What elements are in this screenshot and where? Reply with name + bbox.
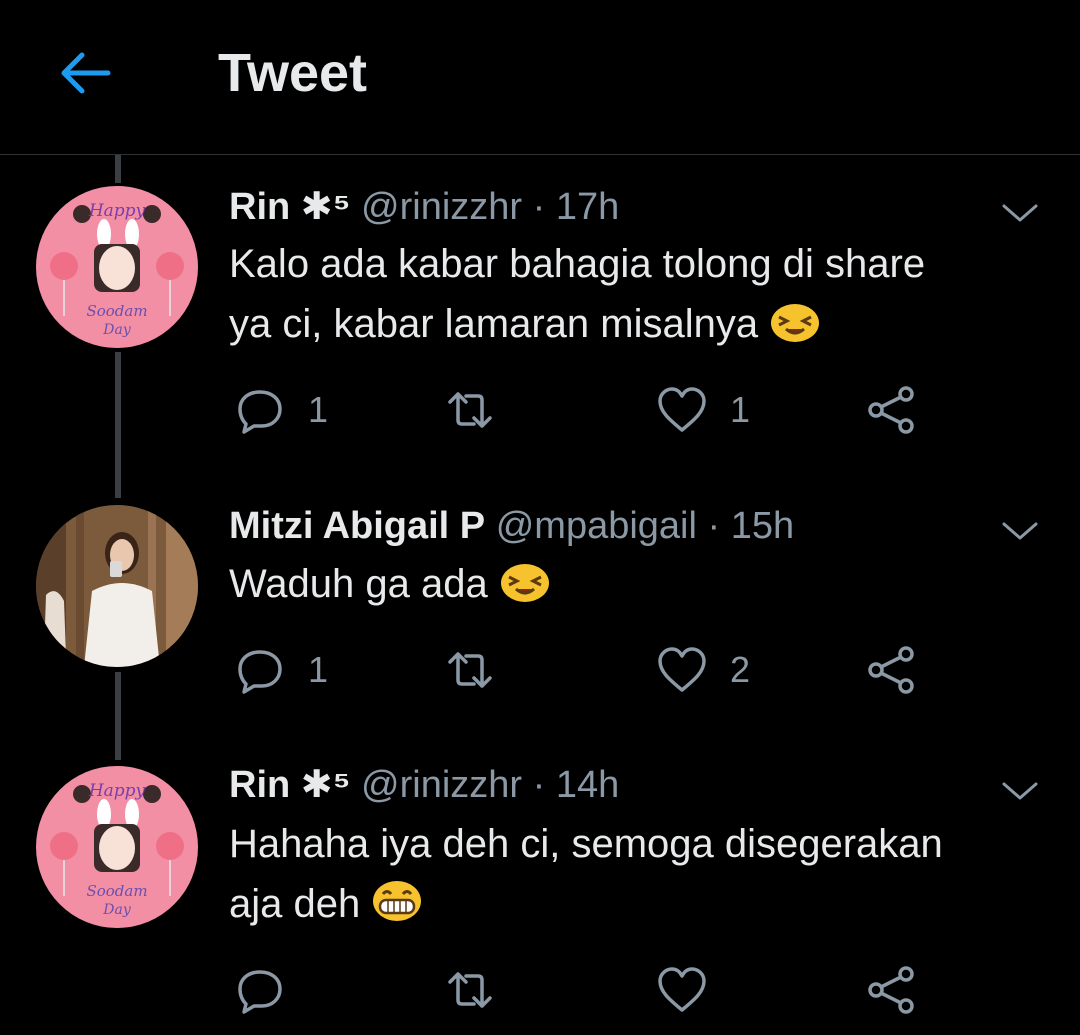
svg-text:Happy: Happy: [88, 201, 146, 221]
share-button[interactable]: [866, 960, 918, 1020]
tweet-actions: 1 1: [0, 380, 1080, 440]
tweet[interactable]: Happy Soodam Day Rin ✱⁵ @rinizzhr · 14h …: [0, 760, 1080, 1035]
like-count: 2: [730, 649, 751, 690]
timestamp[interactable]: 14h: [556, 764, 619, 806]
retweet-icon: [448, 652, 492, 688]
share-button[interactable]: [866, 640, 918, 700]
share-icon: [868, 386, 914, 434]
share-button[interactable]: [866, 380, 918, 440]
timestamp[interactable]: 17h: [556, 186, 619, 228]
squinting-face-emoji-icon: [500, 564, 549, 602]
like-button[interactable]: 2: [656, 640, 750, 700]
username[interactable]: @rinizzhr: [361, 764, 522, 806]
tweet-actions: [0, 960, 1080, 1020]
reply-icon: [238, 970, 282, 1014]
tweet-header: Rin ✱⁵ @rinizzhr · 17h: [229, 184, 619, 230]
tweet-text: Hahaha iya deh ci, semoga disegerakan aj…: [229, 822, 943, 926]
like-button[interactable]: [656, 960, 708, 1020]
squinting-face-emoji-icon: [771, 304, 820, 342]
tweet-header: Mitzi Abigail P @mpabigail · 15h: [229, 503, 794, 549]
separator: ·: [532, 186, 546, 228]
thread-line: [115, 155, 121, 183]
reply-button[interactable]: 1: [234, 380, 328, 440]
display-name[interactable]: Rin ✱⁵: [229, 764, 350, 806]
page-title: Tweet: [218, 43, 368, 103]
avatar[interactable]: Happy Soodam Day: [36, 766, 198, 928]
svg-text:Day: Day: [102, 902, 132, 918]
arrow-left-icon: [61, 52, 111, 94]
chevron-down-icon[interactable]: [998, 198, 1042, 226]
retweet-icon: [448, 392, 492, 428]
heart-icon: [658, 967, 706, 1012]
tweet-header: Rin ✱⁵ @rinizzhr · 14h: [229, 762, 619, 808]
heart-icon: [658, 387, 706, 432]
separator: ·: [532, 764, 546, 806]
tweet-text: Waduh ga ada: [229, 554, 1049, 614]
chevron-down-icon[interactable]: [998, 776, 1042, 804]
share-icon: [868, 966, 914, 1014]
username[interactable]: @rinizzhr: [361, 186, 522, 228]
share-icon: [868, 646, 914, 694]
reply-icon: [238, 650, 282, 694]
retweet-icon: [448, 972, 492, 1008]
display-name[interactable]: Rin ✱⁵: [229, 186, 350, 228]
reply-count: 1: [308, 389, 329, 430]
username[interactable]: @mpabigail: [496, 505, 697, 547]
retweet-button[interactable]: [444, 960, 496, 1020]
reply-button[interactable]: [234, 960, 308, 1020]
grinning-face-emoji-icon: [373, 881, 422, 921]
display-name[interactable]: Mitzi Abigail P: [229, 505, 485, 547]
like-button[interactable]: 1: [656, 380, 750, 440]
svg-text:Day: Day: [102, 322, 132, 338]
svg-text:Soodam: Soodam: [86, 302, 147, 320]
svg-text:Soodam: Soodam: [86, 882, 147, 900]
svg-text:Happy: Happy: [88, 781, 146, 801]
chevron-down-icon[interactable]: [998, 516, 1042, 544]
reply-button[interactable]: 1: [234, 640, 328, 700]
tweet[interactable]: Mitzi Abigail P @mpabigail · 15h Waduh g…: [0, 500, 1080, 700]
back-button[interactable]: [56, 48, 112, 98]
separator: ·: [707, 505, 721, 547]
retweet-button[interactable]: [444, 380, 496, 440]
tweet-text: Kalo ada kabar bahagia tolong di share y…: [229, 242, 926, 346]
timestamp[interactable]: 15h: [731, 505, 794, 547]
like-count: 1: [730, 389, 751, 430]
tweet-actions: 1 2: [0, 640, 1080, 700]
retweet-button[interactable]: [444, 640, 496, 700]
top-bar: Tweet: [0, 0, 1080, 155]
reply-icon: [238, 390, 282, 434]
reply-count: 1: [308, 649, 329, 690]
heart-icon: [658, 647, 706, 692]
avatar[interactable]: Happy Soodam Day: [36, 186, 198, 348]
tweet[interactable]: Happy Soodam Day Rin ✱⁵ @rinizzhr · 17h …: [0, 180, 1080, 450]
